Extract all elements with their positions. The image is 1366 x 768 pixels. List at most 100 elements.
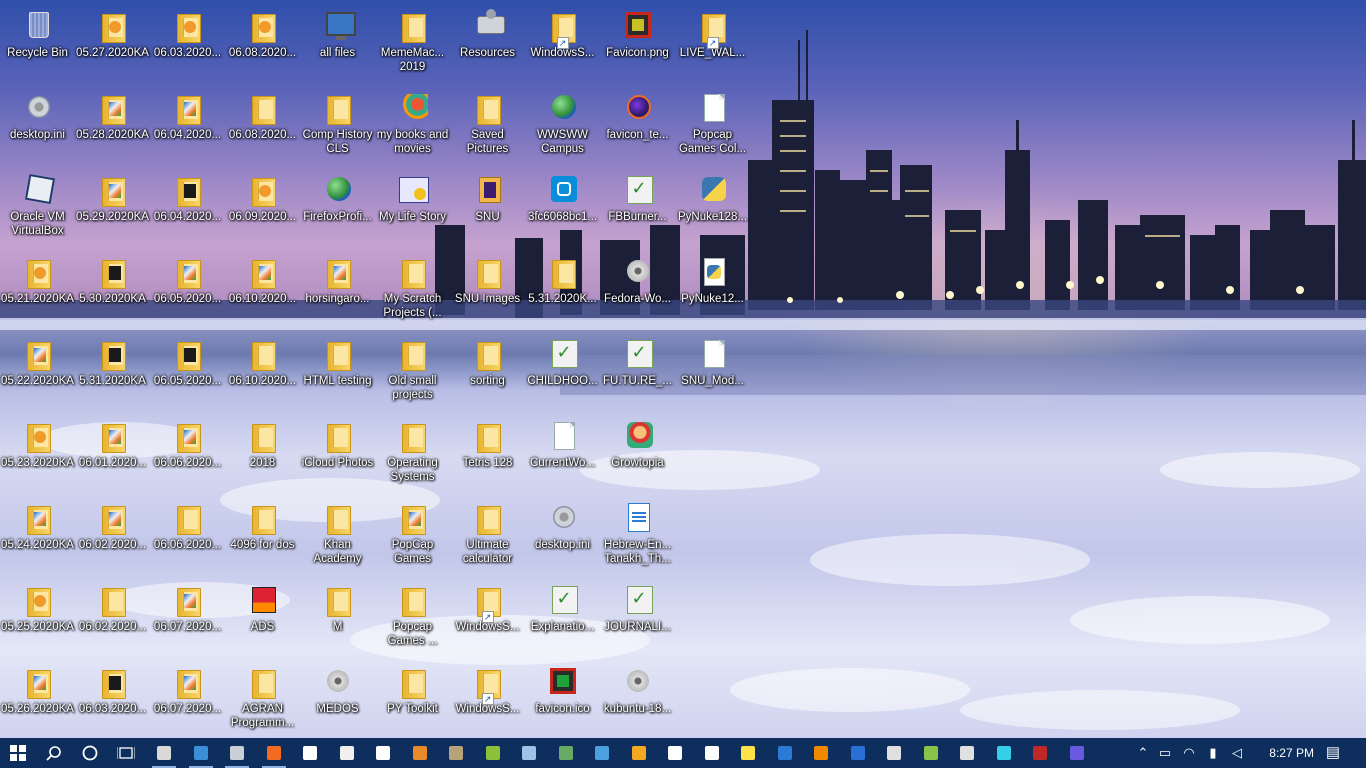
desktop-icon[interactable]: horsingaro... — [300, 250, 375, 330]
desktop-icon[interactable]: Hebrew-En... Tanakh_Th... — [600, 496, 675, 576]
desktop-icon[interactable]: 3fc6068bc1... — [525, 168, 600, 248]
desktop-icon[interactable]: favicon_te... — [600, 86, 675, 166]
search-icon[interactable] — [36, 738, 72, 768]
sticky-notes-icon[interactable] — [730, 738, 766, 768]
desktop-icon[interactable]: 05.22.2020KA — [0, 332, 75, 412]
inkscape-icon[interactable] — [949, 738, 985, 768]
desktop-icon[interactable]: CurrentWo... — [525, 414, 600, 494]
desktop-icon[interactable]: 05.25.2020KA — [0, 578, 75, 658]
desktop-icon[interactable]: FBBurner... — [600, 168, 675, 248]
desktop-icon[interactable]: sorting — [450, 332, 525, 412]
desktop-icon[interactable]: WindowsS... — [450, 660, 525, 740]
desktop-icon[interactable]: Resources — [450, 4, 525, 84]
desktop-icon[interactable]: SNU — [450, 168, 525, 248]
task-view-icon[interactable] — [108, 738, 144, 768]
desktop-icon[interactable]: Tetris 128 — [450, 414, 525, 494]
gem-app-icon[interactable] — [986, 738, 1022, 768]
this-pc-icon[interactable] — [146, 738, 182, 768]
desktop-icon[interactable]: MEDOS — [300, 660, 375, 740]
desktop-icon[interactable]: M — [300, 578, 375, 658]
desktop-icon[interactable]: My Life Story — [375, 168, 450, 248]
settings-gear-icon[interactable] — [694, 738, 730, 768]
desktop-icon[interactable]: 06.02.2020... — [75, 578, 150, 658]
desktop-icon[interactable]: 06.04.2020... — [150, 86, 225, 166]
desktop-icon[interactable]: 06.05.2020... — [150, 250, 225, 330]
control-panel-icon[interactable] — [584, 738, 620, 768]
3d-cube-icon[interactable] — [876, 738, 912, 768]
desktop-icon[interactable]: 05.21.2020KA — [0, 250, 75, 330]
desktop-icon[interactable]: Popcap Games ... — [375, 578, 450, 658]
security-app-icon[interactable] — [1022, 738, 1058, 768]
desktop-icon[interactable]: 2018 — [225, 414, 300, 494]
desktop-icon[interactable]: AGRAN Programm... — [225, 660, 300, 740]
desktop-icon[interactable]: Fedora-Wo... — [600, 250, 675, 330]
notepadpp-icon[interactable] — [913, 738, 949, 768]
desktop-icon[interactable]: LIVE_WAL... — [675, 4, 750, 84]
chevron-up-icon[interactable]: ⌃ — [1132, 738, 1154, 768]
7zip-icon[interactable] — [657, 738, 693, 768]
volume-icon[interactable]: ◁ — [1226, 738, 1248, 768]
desktop-icon[interactable]: 05.23.2020KA — [0, 414, 75, 494]
desktop-icon[interactable]: PY Toolkit — [375, 660, 450, 740]
desktop-icon[interactable]: Saved Pictures — [450, 86, 525, 166]
desktop-icon[interactable]: SNU Images — [450, 250, 525, 330]
desktop-icon[interactable]: 06.10.2020... — [225, 250, 300, 330]
network-app-icon[interactable] — [548, 738, 584, 768]
archive-app-icon[interactable] — [402, 738, 438, 768]
word-app-icon[interactable] — [840, 738, 876, 768]
desktop-icon[interactable]: 05.24.2020KA — [0, 496, 75, 576]
windows-start-icon[interactable] — [0, 738, 36, 768]
battery-icon[interactable]: ▮ — [1202, 738, 1224, 768]
vlc-icon[interactable] — [803, 738, 839, 768]
desktop-icon[interactable]: FirefoxProfi... — [300, 168, 375, 248]
desktop-icon[interactable]: kubuntu-18... — [600, 660, 675, 740]
desktop-icon[interactable]: CHILDHOO... — [525, 332, 600, 412]
desktop-icon[interactable]: 06.08.2020... — [225, 4, 300, 84]
desktop-icon[interactable]: my books and movies — [375, 86, 450, 166]
desktop-icon[interactable]: Oracle VM VirtualBox — [0, 168, 75, 248]
desktop-icon[interactable]: 06.03.2020... — [150, 4, 225, 84]
desktop-icon[interactable]: 06.08.2020... — [225, 86, 300, 166]
desktop-icon[interactable]: Khan Academy — [300, 496, 375, 576]
desktop-icon[interactable]: Comp History CLS — [300, 86, 375, 166]
desktop-icon[interactable]: WWSWW Campus — [525, 86, 600, 166]
desktop-icon[interactable]: 05.26.2020KA — [0, 660, 75, 740]
cloud-drive-icon[interactable] — [219, 738, 255, 768]
desktop-icon[interactable]: all files — [300, 4, 375, 84]
desktop-icon[interactable]: 05.29.2020KA — [75, 168, 150, 248]
desktop-icon[interactable]: MemeMac... 2019 — [375, 4, 450, 84]
gimp-icon[interactable] — [438, 738, 474, 768]
desktop-icon[interactable]: ADS — [225, 578, 300, 658]
tablet-icon[interactable]: ▭ — [1154, 738, 1176, 768]
text-document-icon[interactable] — [292, 738, 328, 768]
desktop-icon[interactable]: WindowsS... — [525, 4, 600, 84]
action-center-icon[interactable]: ▤ — [1322, 738, 1344, 768]
desktop-icon[interactable]: 06.04.2020... — [150, 168, 225, 248]
desktop-icon[interactable]: 06.01.2020... — [75, 414, 150, 494]
audio-wave-icon[interactable] — [767, 738, 803, 768]
desktop-icon[interactable]: FU.TU.RE_... — [600, 332, 675, 412]
firefox-icon[interactable] — [256, 738, 292, 768]
photo-app-icon[interactable] — [1059, 738, 1095, 768]
desktop-icon[interactable]: 4096 for dos — [225, 496, 300, 576]
desktop-icon[interactable]: SNU_Mod... — [675, 332, 750, 412]
desktop-icon[interactable]: iCloud Photos — [300, 414, 375, 494]
sync-app-icon[interactable] — [365, 738, 401, 768]
file-explorer-icon[interactable] — [183, 738, 219, 768]
desktop-icon[interactable]: 5.31.2020KA — [75, 332, 150, 412]
desktop-icon[interactable]: JOURNALI... — [600, 578, 675, 658]
desktop-icon[interactable]: Favicon.png — [600, 4, 675, 84]
green-app-icon[interactable] — [475, 738, 511, 768]
desktop-icon[interactable]: desktop.ini — [0, 86, 75, 166]
desktop-icon[interactable]: Explanatio... — [525, 578, 600, 658]
desktop-icon[interactable]: Recycle Bin — [0, 4, 75, 84]
desktop-icon[interactable]: 05.28.2020KA — [75, 86, 150, 166]
desktop-icon[interactable]: PyNuke12... — [675, 250, 750, 330]
desktop-icon[interactable]: Growtopia — [600, 414, 675, 494]
desktop-icon[interactable]: 06.05.2020... — [150, 332, 225, 412]
desktop-icon[interactable]: Ultimate calculator — [450, 496, 525, 576]
desktop-icon[interactable]: 06.09.2020... — [225, 168, 300, 248]
desktop-icon[interactable]: 06.06.2020... — [150, 496, 225, 576]
desktop-icon[interactable]: favicon.ico — [525, 660, 600, 740]
notes-app-icon[interactable] — [621, 738, 657, 768]
